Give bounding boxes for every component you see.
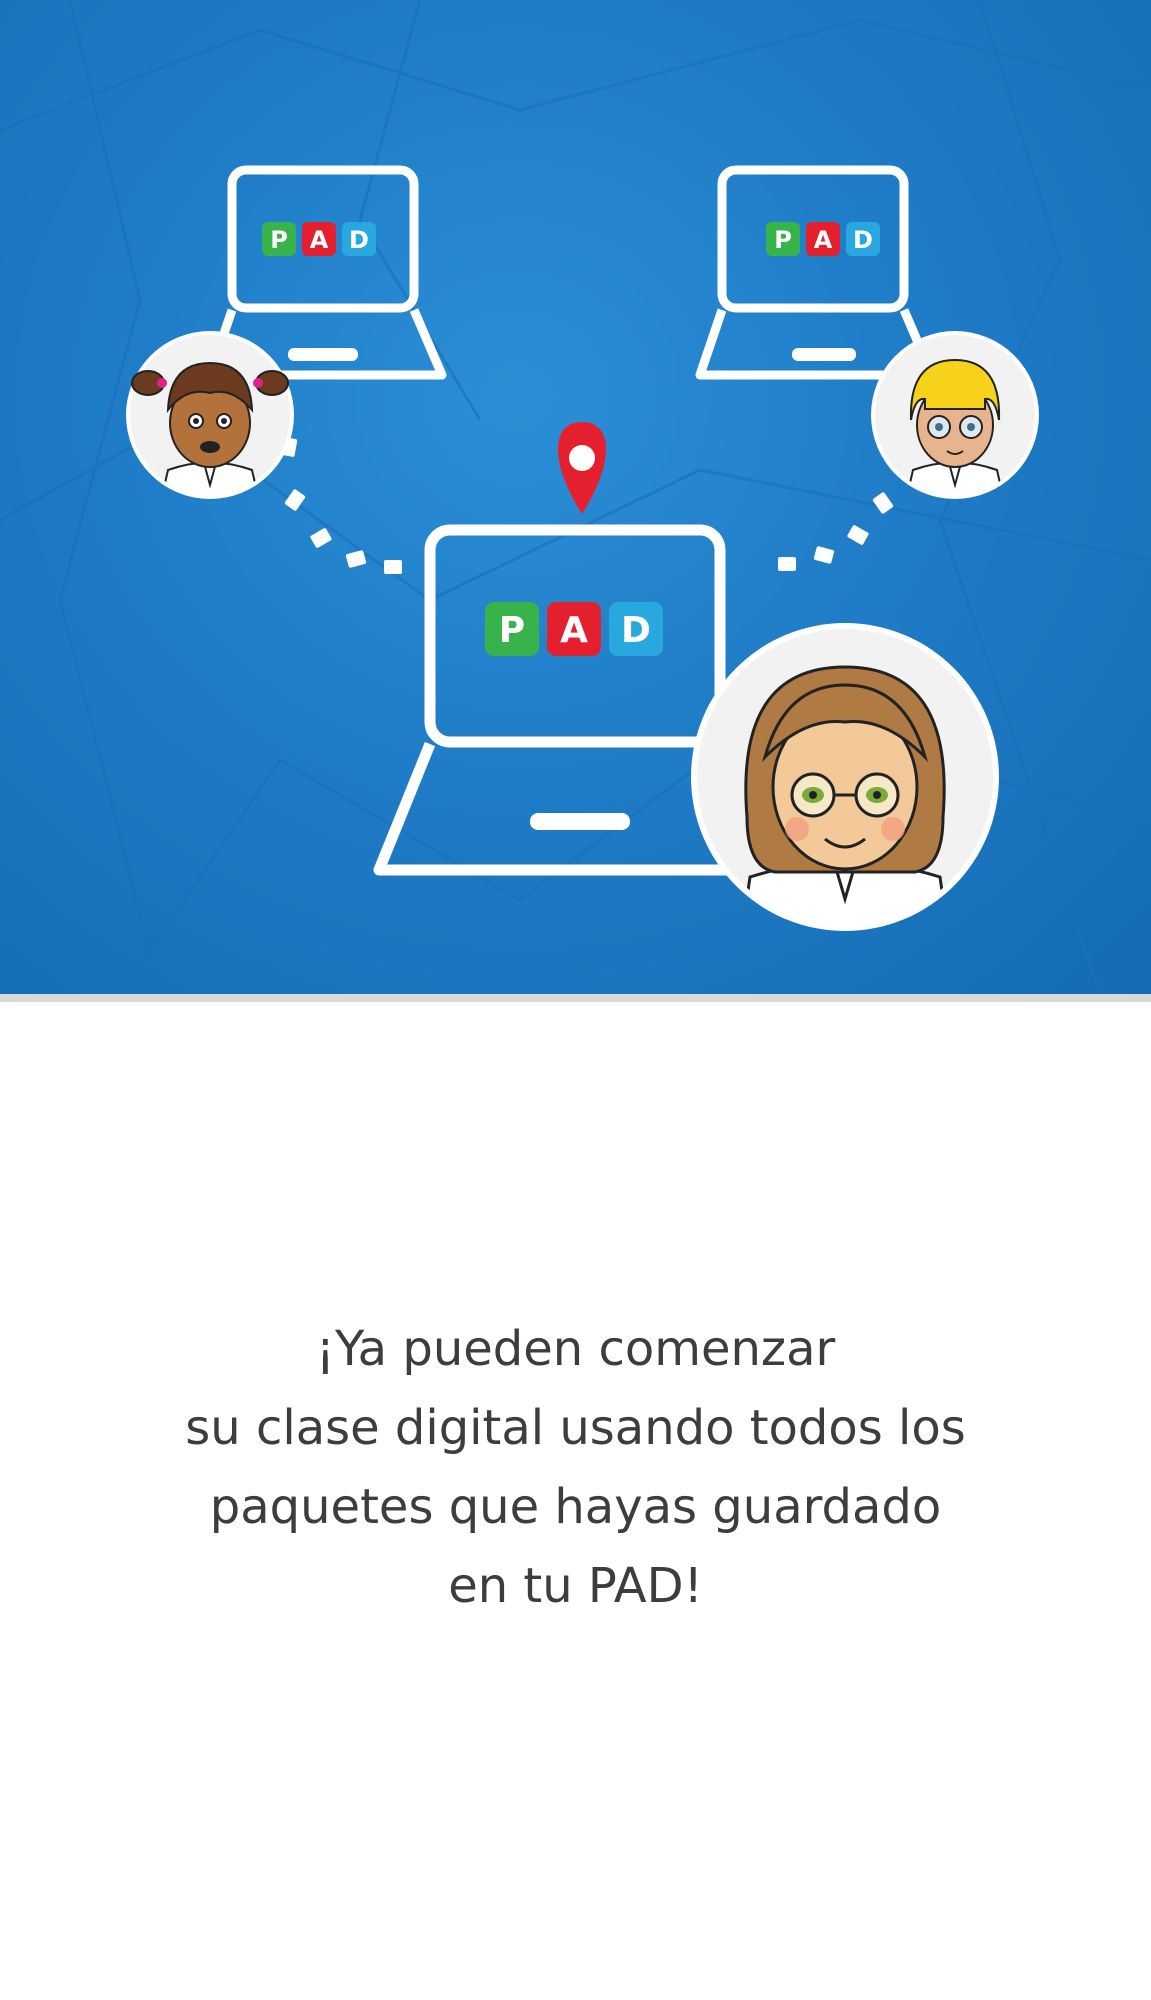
section-divider (0, 994, 1151, 1002)
illustration-panel: P A D P A D P A D (0, 0, 1151, 994)
logo-letter-a: A (310, 226, 329, 254)
pad-logo: P A D (766, 222, 880, 256)
message-line-1: ¡Ya pueden comenzar (315, 1321, 836, 1377)
svg-text:D: D (853, 226, 873, 254)
student-boy-avatar (871, 331, 1039, 499)
laptop-icon: P A D (695, 165, 937, 380)
teacher-avatar (691, 623, 999, 931)
svg-text:D: D (621, 610, 651, 651)
connection-line-right (778, 492, 894, 571)
message-line-4: en tu PAD! (448, 1558, 703, 1614)
svg-text:A: A (814, 226, 833, 254)
onboarding-screen: P A D P A D P A D ¡Ya pueden comenzar su… (0, 0, 1151, 2000)
svg-text:A: A (560, 610, 588, 651)
message-line-3: paquetes que hayas guardado (209, 1479, 942, 1535)
logo-letter-d: D (349, 226, 369, 254)
student-girl-avatar (126, 331, 294, 499)
svg-text:P: P (774, 226, 792, 254)
pad-network-illustration: P A D P A D P A D (0, 0, 1151, 994)
pad-logo: P A D (262, 222, 376, 256)
pad-logo: P A D (485, 602, 663, 656)
onboarding-message: ¡Ya pueden comenzar su clase digital usa… (0, 1310, 1151, 1626)
connection-line-left (280, 437, 402, 574)
message-line-2: su clase digital usando todos los (185, 1400, 966, 1456)
svg-text:P: P (499, 610, 525, 651)
logo-letter-p: P (270, 226, 288, 254)
location-pin-icon (558, 422, 606, 514)
